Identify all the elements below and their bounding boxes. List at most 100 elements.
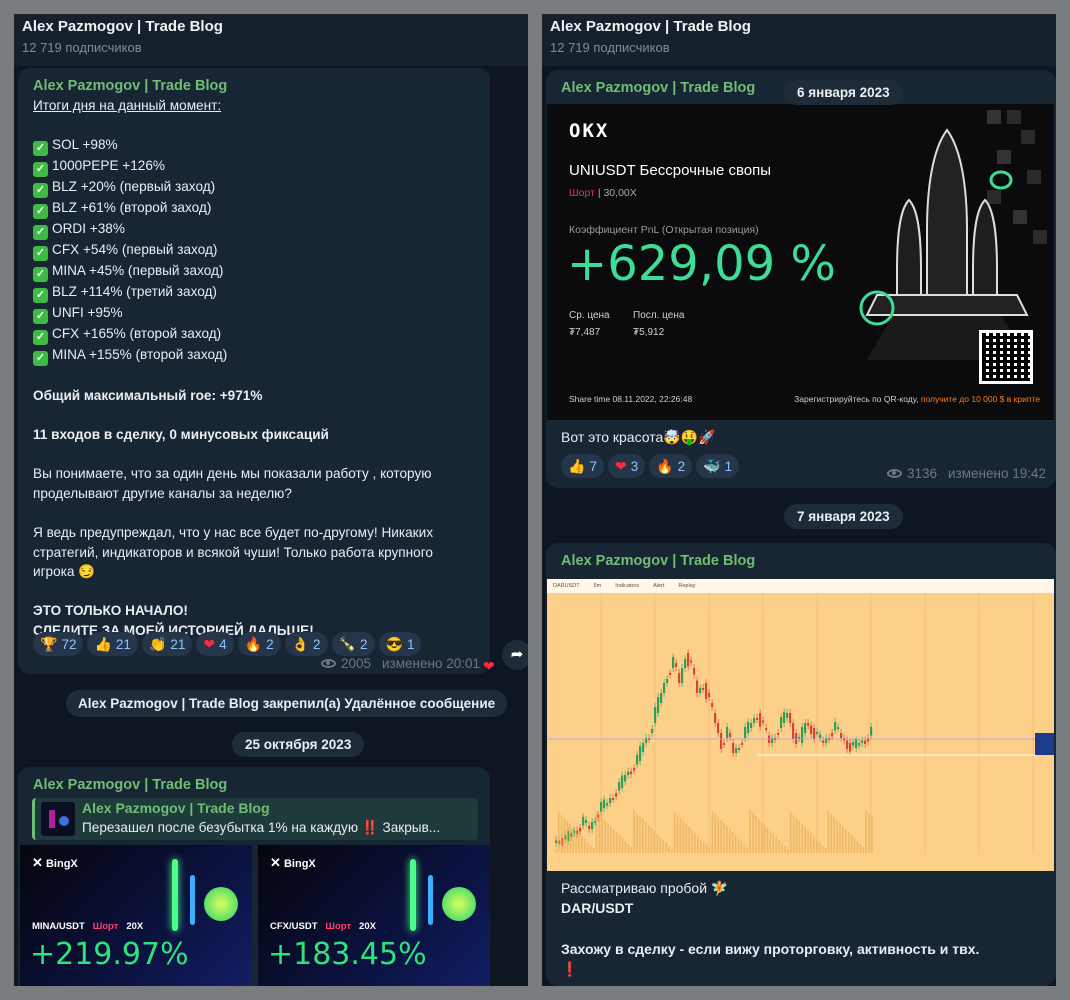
- reply-preview[interactable]: Alex Pazmogov | Trade Blog Перезашел пос…: [32, 798, 478, 840]
- chart-toolbar: DARUSDT 5m Indicators Alert Replay: [547, 579, 1054, 593]
- chart-screenshot[interactable]: DARUSDT 5m Indicators Alert Replay: [547, 579, 1054, 871]
- chart-toolbar-item: DARUSDT: [553, 583, 580, 589]
- forward-button[interactable]: ➦: [502, 640, 528, 670]
- bingx-brand: BingX: [45, 858, 78, 870]
- volume-bar: [682, 821, 685, 853]
- volume-bar: [766, 828, 769, 853]
- message-author[interactable]: Alex Pazmogov | Trade Blog: [561, 553, 755, 569]
- volume-bar: [827, 811, 830, 853]
- checkmark-icon: ✓: [33, 351, 48, 367]
- volume-bar: [555, 849, 557, 853]
- volume-bar: [818, 842, 821, 853]
- message-bubble[interactable]: Alex Pazmogov | Trade Blog DARUSDT 5m Indi…: [546, 543, 1056, 986]
- checkmark-icon: ✓: [33, 309, 48, 325]
- volume-bar: [566, 821, 569, 853]
- channel-header[interactable]: Alex Pazmogov | Trade Blog 12 719 подпис…: [14, 14, 528, 66]
- volume-bar: [679, 818, 682, 853]
- volume-bar: [665, 843, 667, 853]
- forward-arrow-icon: ➦: [510, 646, 524, 663]
- volume-bar: [644, 822, 647, 853]
- price-tag: [1035, 733, 1054, 755]
- results-item: ✓ BLZ +20% (первый заход): [33, 177, 478, 199]
- volume-bar: [836, 820, 838, 853]
- volume-bar: [586, 842, 589, 853]
- volume-bar: [604, 820, 606, 853]
- edited-label: изменено 19:42: [948, 466, 1046, 481]
- message-bubble[interactable]: Alex Pazmogov | Trade Blog Alex Pazmogov…: [18, 767, 490, 986]
- subscriber-count: 12 719 подписчиков: [22, 40, 142, 55]
- message-bubble[interactable]: Alex Pazmogov | Trade Blog Итоги дня на …: [18, 68, 490, 674]
- results-item-text: ORDI +38%: [52, 221, 125, 237]
- reaction-count: 3: [630, 458, 639, 474]
- message-body: Рассматриваю пробой 🧚 DAR/USDT Захожу в …: [561, 879, 1041, 979]
- date-separator-text: 6 января 2023: [797, 85, 890, 100]
- reaction-count: 7: [589, 458, 597, 474]
- results-item: ✓ MINA +155% (второй заход): [33, 345, 478, 367]
- reaction-button[interactable]: 👍 7: [561, 454, 604, 478]
- message-caption: Вот это красота🤯🤑🚀: [561, 429, 716, 445]
- volume-bar: [615, 832, 618, 853]
- message-author[interactable]: Alex Pazmogov | Trade Blog: [561, 80, 755, 96]
- reaction-button[interactable]: 👍 21: [87, 632, 138, 656]
- bingx-pnl-card[interactable]: ✕ BingX MINA/USDT Шорт 20X +219.97%: [20, 845, 252, 986]
- reaction-button[interactable]: 🐳 1: [696, 454, 740, 478]
- reaction-button[interactable]: ❤ 3: [607, 454, 646, 478]
- entries-summary: 11 входов в сделку, 0 минусовых фиксаций: [33, 426, 329, 442]
- volume-bar: [705, 845, 708, 853]
- volume-bar: [804, 827, 806, 853]
- okx-leverage: 30,00X: [603, 187, 637, 199]
- message-line: DAR/USDT: [561, 899, 634, 916]
- results-item: ✓ BLZ +114% (третий заход): [33, 282, 478, 304]
- date-separator: 25 октября 2023: [232, 732, 365, 757]
- volume-bar: [749, 810, 751, 853]
- chart-toolbar-item: Alert: [653, 583, 665, 589]
- volume-bar: [752, 813, 754, 853]
- results-item: ✓ MINA +45% (первый заход): [33, 261, 478, 283]
- message-bubble[interactable]: Alex Pazmogov | Trade Blog OKX UNIUSDT Б…: [546, 70, 1056, 488]
- reaction-button[interactable]: 😎 1: [378, 632, 422, 656]
- volume-bar: [584, 839, 586, 853]
- message-author[interactable]: Alex Pazmogov | Trade Blog: [33, 78, 227, 94]
- reaction-emoji: 👍: [568, 457, 586, 474]
- volume-bar: [726, 826, 728, 853]
- channel-header[interactable]: Alex Pazmogov | Trade Blog 12 719 подпис…: [542, 14, 1056, 66]
- results-item: ✓ UNFI +95%: [33, 303, 478, 325]
- volume-bar: [723, 823, 725, 853]
- reaction-button[interactable]: 🔥 2: [237, 632, 281, 656]
- results-item-text: UNFI +95%: [52, 305, 123, 321]
- reaction-button[interactable]: ❤ 4: [196, 632, 234, 656]
- reaction-button[interactable]: 🏆 72: [33, 632, 84, 656]
- okx-register-text: Зарегистрируйтесь по QR-коду,: [794, 394, 919, 404]
- volume-bar: [772, 834, 775, 853]
- volume-bar: [842, 826, 844, 853]
- results-item-text: MINA +155% (второй заход): [52, 347, 228, 363]
- volume-bar: [871, 816, 873, 853]
- volume-bar: [775, 837, 777, 853]
- reaction-emoji: ❤: [203, 635, 216, 652]
- volume-bar: [778, 840, 780, 853]
- volume-bar: [618, 835, 621, 853]
- reaction-button[interactable]: 👌 2: [284, 632, 328, 656]
- reply-thumbnail: [41, 802, 75, 836]
- okx-logo: OKX: [569, 120, 610, 142]
- chart-toolbar-item: Indicators: [615, 583, 640, 589]
- volume-bar: [575, 830, 577, 853]
- okx-pnl-image[interactable]: OKX UNIUSDT Бессрочные свопы Шорт | 30,0…: [547, 104, 1054, 420]
- checkmark-icon: ✓: [33, 183, 48, 199]
- bingx-pnl-card[interactable]: ✕ BingX CFX/USDT Шорт 20X +183.45%: [258, 845, 490, 986]
- volume-bar: [729, 829, 731, 853]
- reaction-button[interactable]: 🍾 2: [331, 632, 375, 656]
- volume-bar: [795, 818, 798, 853]
- volume-bar: [743, 844, 746, 853]
- reaction-emoji: 🔥: [656, 457, 674, 474]
- reaction-button[interactable]: 🔥 2: [649, 454, 693, 478]
- volume-bar: [731, 832, 734, 853]
- volume-bar: [595, 811, 598, 853]
- reaction-button[interactable]: 👏 21: [141, 632, 193, 656]
- views-count: 2005: [340, 656, 372, 671]
- channel-title: Alex Pazmogov | Trade Blog: [550, 18, 751, 35]
- message-author[interactable]: Alex Pazmogov | Trade Blog: [33, 777, 227, 793]
- volume-bar: [673, 812, 676, 853]
- message-line: Рассматриваю пробой 🧚: [561, 880, 729, 896]
- reaction-emoji: 🏆: [40, 635, 58, 652]
